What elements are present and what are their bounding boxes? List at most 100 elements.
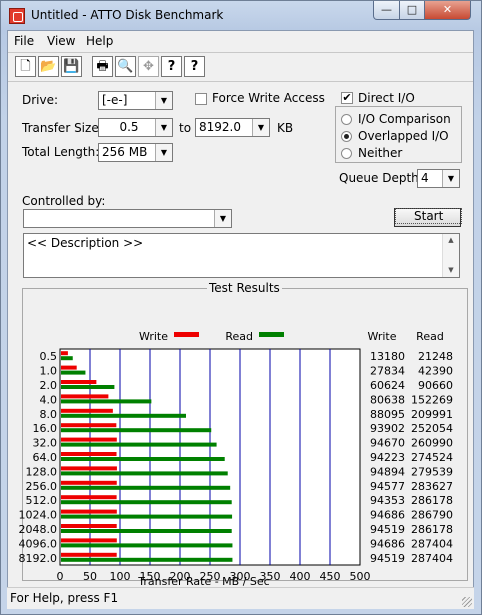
read-legend-swatch [259,332,284,337]
menu-help[interactable]: Help [86,34,113,48]
read-value: 209991 [411,408,453,421]
description-scrollbar[interactable]: ▲ ▼ [442,234,459,277]
chevron-down-icon[interactable]: ▼ [155,144,172,161]
drive-select[interactable]: [-e-] ▼ [98,91,173,110]
description-textbox[interactable]: << Description >> ▲ ▼ [23,233,460,278]
write-bar [61,552,117,557]
new-document-icon[interactable]: 🗋 [15,56,36,77]
start-button[interactable]: Start [394,208,463,227]
write-value: 94686 [370,509,405,522]
status-bar: For Help, press F1 [7,587,474,609]
y-tick-label: 0.5 [40,350,58,363]
write-value: 13180 [370,350,405,363]
overlapped-io-radio[interactable] [341,131,352,142]
menu-bar: File View Help [8,31,473,51]
write-bar [61,466,117,471]
kb-label: KB [277,121,294,135]
open-folder-icon[interactable]: 📂 [38,56,59,77]
write-bar [61,480,117,485]
window-title: Untitled - ATTO Disk Benchmark [31,8,224,22]
move-icon[interactable]: ✥ [138,56,159,77]
read-bar [61,485,231,490]
queue-depth-value: 4 [421,171,429,185]
write-value: 94894 [370,465,405,478]
x-tick-label: 100 [110,570,131,583]
transfer-size-to-select[interactable]: 8192.0 ▼ [195,118,270,137]
y-tick-label: 512.0 [26,494,58,507]
y-tick-label: 2048.0 [19,523,58,536]
maximize-button[interactable]: □ [399,1,425,20]
read-column-header: Read [416,330,444,343]
read-bar [61,557,233,562]
io-comparison-radio[interactable] [341,114,352,125]
menu-view[interactable]: View [47,34,75,48]
chevron-down-icon[interactable]: ▼ [155,119,172,136]
write-legend-label: Write [139,330,168,343]
print-preview-icon[interactable]: 🔍 [115,56,136,77]
y-tick-label: 4096.0 [19,537,58,550]
menu-file[interactable]: File [14,34,34,48]
transfer-size-to-value: 8192.0 [199,120,241,134]
read-value: 90660 [418,379,453,392]
scroll-up-icon[interactable]: ▲ [443,236,459,244]
read-bar [61,356,73,361]
queue-depth-label: Queue Depth: [339,171,423,185]
read-bar [61,514,233,519]
direct-io-label[interactable]: Direct I/O [358,91,415,105]
plot-area: 0 50 100 150 200 250 300 350 400 450 5000.5 13180 21… [19,348,453,583]
scroll-down-icon[interactable]: ▼ [443,266,459,274]
write-bar [61,524,117,528]
title-bar[interactable]: Untitled - ATTO Disk Benchmark — □ ✕ [1,1,481,31]
resize-grip-icon[interactable] [462,597,472,607]
write-value: 93902 [370,422,405,435]
read-value: 279539 [411,465,453,478]
x-tick-label: 50 [83,570,97,583]
y-tick-label: 256.0 [26,480,58,493]
neither-label[interactable]: Neither [358,146,402,160]
write-bar [61,423,117,428]
read-bar [61,442,217,447]
read-bar [61,471,228,476]
force-write-checkbox[interactable] [195,93,207,105]
write-bar [61,452,117,456]
direct-io-checkbox[interactable]: ✔ [341,92,353,104]
chevron-down-icon[interactable]: ▼ [155,92,172,109]
read-value: 21248 [418,350,453,363]
x-tick-label: 400 [290,570,311,583]
chevron-down-icon[interactable]: ▼ [214,210,231,227]
controlled-by-select[interactable]: ▼ [23,209,232,228]
read-value: 286790 [411,509,453,522]
minimize-button[interactable]: — [373,1,400,20]
write-value: 80638 [370,393,405,406]
io-comparison-label[interactable]: I/O Comparison [358,112,451,126]
app-icon[interactable] [9,8,25,24]
toolbar: 🗋 📂 💾 🖶 🔍 ✥ ? ? [8,52,473,82]
close-button[interactable]: ✕ [424,1,471,20]
write-bar [61,495,117,500]
write-bar [61,538,117,543]
force-write-label[interactable]: Force Write Access [212,91,325,105]
read-value: 287404 [411,552,453,565]
total-length-value: 256 MB [102,145,148,159]
write-bar [61,437,117,442]
chevron-down-icon[interactable]: ▼ [442,170,459,187]
read-bar [61,370,86,375]
transfer-size-label: Transfer Size: [22,121,103,135]
total-length-select[interactable]: 256 MB ▼ [98,143,173,162]
to-label: to [179,121,192,135]
y-tick-label: 8192.0 [19,552,58,565]
y-tick-label: 16.0 [33,422,58,435]
queue-depth-select[interactable]: 4 ▼ [417,169,460,188]
print-icon[interactable]: 🖶 [92,56,113,77]
save-icon[interactable]: 💾 [61,56,82,77]
y-tick-label: 64.0 [33,451,58,464]
read-value: 274524 [411,451,453,464]
help-icon[interactable]: ? [161,56,182,77]
write-bar [61,509,117,514]
chevron-down-icon[interactable]: ▼ [252,119,269,136]
overlapped-io-label[interactable]: Overlapped I/O [358,129,449,143]
transfer-size-from-select[interactable]: 0.5 ▼ [98,118,173,137]
whats-this-help-icon[interactable]: ? [184,56,205,77]
neither-radio[interactable] [341,148,352,159]
read-bar [61,457,225,461]
